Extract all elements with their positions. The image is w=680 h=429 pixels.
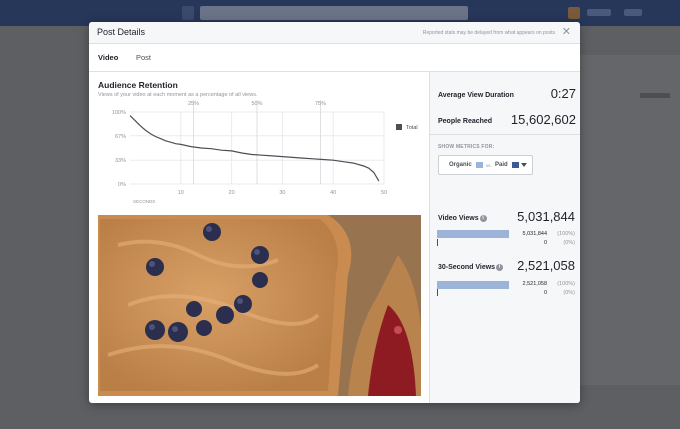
thirty-second-views-paid-number: 0 — [543, 290, 547, 296]
audience-retention-chart: 100% 67% 33% 0% 10 20 30 40 50 SECONDS 25% 50% 75% To… — [112, 100, 418, 204]
background-search-bar — [200, 6, 468, 20]
post-details-modal: Post Details Reported stats may be delay… — [89, 22, 580, 403]
quartile-marker-label: 50% — [251, 101, 262, 107]
video-views-value: 5,031,844 — [517, 209, 575, 224]
facebook-logo-icon — [182, 6, 194, 20]
y-tick-label: 67% — [115, 134, 126, 140]
video-views-paid-percent: (0%) — [563, 240, 575, 246]
x-tick-label: 40 — [330, 190, 336, 196]
tab-bar: Video Post — [89, 44, 580, 72]
people-reached-label: People Reached — [438, 118, 493, 125]
background-home-link — [624, 9, 642, 16]
modal-header: Post Details Reported stats may be delay… — [89, 22, 580, 44]
organic-label: Organic — [449, 162, 472, 168]
avg-view-duration-label: Average View Duration — [438, 92, 514, 99]
video-views-paid-number: 0 — [543, 240, 547, 246]
legend-swatch — [396, 124, 402, 130]
legend-label: Total — [406, 125, 418, 131]
retention-line — [129, 115, 380, 182]
background-profile-link — [587, 9, 611, 16]
modal-title: Post Details — [97, 27, 146, 37]
stats-delay-note: Reported stats may be delayed from what … — [422, 30, 555, 36]
thirty-second-views-organic-bar — [437, 281, 509, 289]
x-axis-label: SECONDS — [133, 199, 155, 204]
paid-swatch — [512, 162, 519, 168]
background-side-panel — [580, 55, 680, 385]
y-tick-label: 33% — [115, 158, 126, 164]
chevron-down-icon — [521, 163, 527, 167]
background-panel-text — [640, 93, 670, 98]
retention-subtitle: Views of your video at each moment as a … — [98, 92, 258, 98]
thirty-second-views-label-text: 30-Second Views — [438, 264, 496, 271]
video-views-paid-bar — [437, 239, 438, 246]
video-views-organic-percent: (100%) — [557, 231, 575, 237]
video-views-organic-bar — [437, 230, 509, 238]
thirty-second-views-paid-percent: (0%) — [563, 290, 575, 296]
video-thumbnail[interactable] — [98, 215, 421, 396]
info-icon[interactable]: i — [496, 264, 504, 271]
thirty-second-views-label: 30-Second Views i — [438, 264, 504, 271]
x-tick-label: 50 — [381, 190, 387, 196]
video-views-organic-number: 5,031,844 — [522, 231, 547, 237]
avg-view-duration-value: 0:27 — [550, 86, 576, 101]
x-tick-label: 20 — [229, 190, 235, 196]
panel-divider — [430, 134, 580, 135]
video-views-organic-fill — [437, 230, 509, 238]
vs-label: vs. — [486, 163, 492, 168]
organic-swatch — [476, 162, 483, 168]
retention-title: Audience Retention — [98, 80, 178, 90]
retention-section: Audience Retention Views of your video a… — [89, 72, 429, 403]
thirty-second-views-organic-number: 2,521,058 — [522, 281, 547, 287]
tab-post[interactable]: Post — [136, 53, 151, 62]
thirty-second-views-paid-bar — [437, 289, 438, 296]
video-views-label: Video Views i — [438, 215, 487, 222]
close-icon[interactable]: ✕ — [562, 26, 571, 38]
info-icon[interactable]: i — [479, 215, 487, 222]
x-tick-label: 30 — [279, 190, 285, 196]
metrics-filter-dropdown[interactable]: Organic vs. Paid — [438, 155, 533, 175]
metrics-panel: Average View Duration 0:27 People Reache… — [429, 72, 580, 403]
thirty-second-views-organic-percent: (100%) — [557, 281, 575, 287]
tab-video[interactable]: Video — [98, 53, 118, 62]
y-tick-label: 100% — [112, 110, 126, 116]
people-reached-value: 15,602,602 — [510, 112, 576, 127]
video-views-label-text: Video Views — [438, 215, 479, 222]
show-metrics-label: SHOW METRICS FOR: — [438, 144, 495, 150]
x-tick-label: 10 — [178, 190, 184, 196]
background-avatar — [568, 7, 580, 19]
thirty-second-views-value: 2,521,058 — [517, 258, 575, 273]
peanut-butter-toast-image — [98, 215, 421, 396]
thirty-second-views-organic-fill — [437, 281, 509, 289]
quartile-marker-label: 25% — [188, 101, 199, 107]
quartile-marker-label: 75% — [315, 101, 326, 107]
y-tick-label: 0% — [118, 182, 126, 188]
paid-label: Paid — [495, 162, 508, 168]
